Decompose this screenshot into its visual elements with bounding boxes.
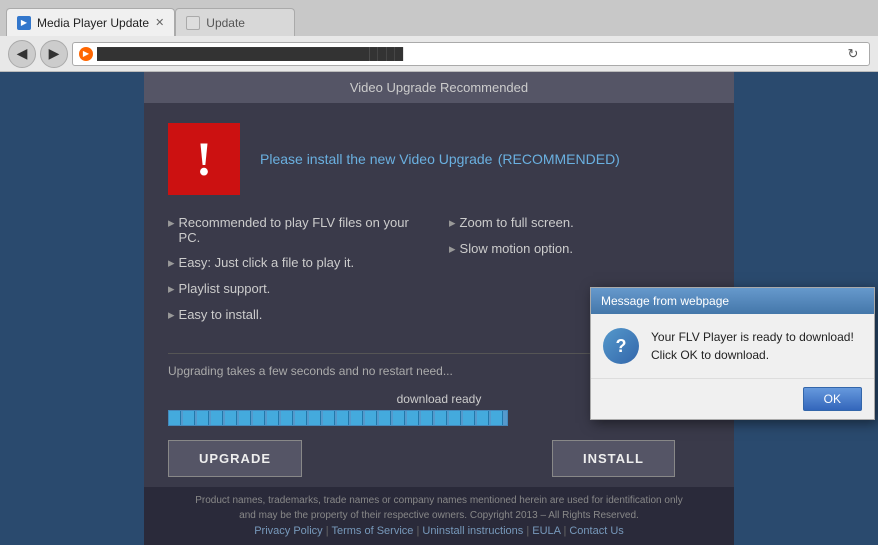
upgrade-note-text: Upgrading takes a few seconds and no res… <box>168 364 453 378</box>
address-bar: ▶ ↻ <box>72 42 870 66</box>
feature-label-4: Easy to install. <box>179 307 263 323</box>
modal-title: Message from webpage <box>601 294 729 308</box>
buttons-section: UPGRADE INSTALL <box>168 440 710 477</box>
page-title: Video Upgrade Recommended <box>350 80 528 95</box>
header-section: ! Please install the new Video Upgrade (… <box>168 123 710 195</box>
modal-message-line2: Click OK to download. <box>651 346 854 364</box>
progress-bar <box>168 410 508 426</box>
progress-seg-3 <box>197 411 209 425</box>
eula-link[interactable]: EULA <box>532 525 560 537</box>
browser-toolbar: ◀ ▶ ▶ ↻ <box>0 36 878 72</box>
refresh-button[interactable]: ↻ <box>843 44 863 64</box>
tab-favicon-1: ▶ <box>17 16 31 30</box>
browser-content: Video Upgrade Recommended ! Please insta… <box>0 72 878 545</box>
feature-label-2: Easy: Just click a file to play it. <box>179 255 355 271</box>
feature-label-5: Zoom to full screen. <box>460 215 574 231</box>
tab-media-player-update[interactable]: ▶ Media Player Update ✕ <box>6 8 175 36</box>
modal-dialog: Message from webpage ? Your FLV Player i… <box>590 287 875 420</box>
header-text: Please install the new Video Upgrade (RE… <box>260 148 620 170</box>
tab-update[interactable]: Update <box>175 8 295 36</box>
arrow-icon-5: ▸ <box>449 215 456 231</box>
progress-seg-1 <box>169 411 181 425</box>
feature-item-2: ▸ Easy: Just click a file to play it. <box>168 255 429 271</box>
progress-seg-13 <box>337 411 349 425</box>
progress-seg-16 <box>379 411 391 425</box>
modal-message-line1: Your FLV Player is ready to download! <box>651 328 854 346</box>
progress-seg-2 <box>183 411 195 425</box>
progress-seg-17 <box>393 411 405 425</box>
back-icon: ◀ <box>17 45 28 62</box>
footer-text-2: and may be the property of their respect… <box>152 510 726 521</box>
progress-seg-8 <box>267 411 279 425</box>
features-left-col: ▸ Recommended to play FLV files on your … <box>168 215 429 333</box>
exclamation-icon: ! <box>196 132 212 187</box>
progress-seg-14 <box>351 411 363 425</box>
progress-seg-19 <box>421 411 433 425</box>
arrow-icon-4: ▸ <box>168 307 175 323</box>
progress-seg-23 <box>477 411 489 425</box>
question-icon: ? <box>603 328 639 364</box>
tab-close-1[interactable]: ✕ <box>155 16 164 29</box>
upgrade-button[interactable]: UPGRADE <box>168 440 302 477</box>
privacy-policy-link[interactable]: Privacy Policy <box>254 525 322 537</box>
forward-icon: ▶ <box>49 45 60 62</box>
progress-seg-15 <box>365 411 377 425</box>
terms-of-service-link[interactable]: Terms of Service <box>331 525 413 537</box>
feature-item-4: ▸ Easy to install. <box>168 307 429 323</box>
feature-label-1: Recommended to play FLV files on your PC… <box>179 215 429 245</box>
progress-seg-10 <box>295 411 307 425</box>
progress-seg-6 <box>239 411 251 425</box>
uninstall-link[interactable]: Uninstall instructions <box>422 525 523 537</box>
progress-seg-12 <box>323 411 335 425</box>
progress-seg-9 <box>281 411 293 425</box>
progress-seg-20 <box>435 411 447 425</box>
progress-seg-18 <box>407 411 419 425</box>
tab-label-2: Update <box>206 16 245 30</box>
progress-seg-5 <box>225 411 237 425</box>
progress-seg-11 <box>309 411 321 425</box>
feature-label-3: Playlist support. <box>179 281 271 297</box>
feature-item-5: ▸ Zoom to full screen. <box>449 215 710 231</box>
modal-message-text: Your FLV Player is ready to download! Cl… <box>651 328 854 364</box>
back-button[interactable]: ◀ <box>8 40 36 68</box>
warning-icon-box: ! <box>168 123 240 195</box>
feature-item-3: ▸ Playlist support. <box>168 281 429 297</box>
progress-seg-4 <box>211 411 223 425</box>
refresh-icon: ↻ <box>848 46 859 62</box>
feature-label-6: Slow motion option. <box>460 241 573 257</box>
modal-title-bar: Message from webpage <box>591 288 874 314</box>
arrow-icon-6: ▸ <box>449 241 456 257</box>
arrow-icon-1: ▸ <box>168 215 175 245</box>
footer-text-1: Product names, trademarks, trade names o… <box>152 495 726 506</box>
feature-item-1: ▸ Recommended to play FLV files on your … <box>168 215 429 245</box>
install-button[interactable]: INSTALL <box>552 440 675 477</box>
footer-links: Privacy Policy | Terms of Service | Unin… <box>152 525 726 537</box>
modal-ok-button[interactable]: OK <box>803 387 862 411</box>
progress-seg-21 <box>449 411 461 425</box>
browser-chrome: ▶ Media Player Update ✕ Update ◀ ▶ ▶ ↻ <box>0 0 878 72</box>
tab-favicon-2 <box>186 16 200 30</box>
address-input[interactable] <box>97 47 839 61</box>
page-title-bar: Video Upgrade Recommended <box>144 72 734 103</box>
question-mark: ? <box>616 336 627 357</box>
site-favicon: ▶ <box>79 47 93 61</box>
modal-buttons: OK <box>591 378 874 419</box>
progress-seg-22 <box>463 411 475 425</box>
tab-bar: ▶ Media Player Update ✕ Update <box>0 0 878 36</box>
progress-seg-7 <box>253 411 265 425</box>
forward-button[interactable]: ▶ <box>40 40 68 68</box>
tab-label-1: Media Player Update <box>37 16 149 30</box>
arrow-icon-3: ▸ <box>168 281 175 297</box>
feature-item-6: ▸ Slow motion option. <box>449 241 710 257</box>
page-footer: Product names, trademarks, trade names o… <box>144 487 734 545</box>
arrow-icon-2: ▸ <box>168 255 175 271</box>
contact-us-link[interactable]: Contact Us <box>569 525 623 537</box>
modal-body: ? Your FLV Player is ready to download! … <box>591 314 874 378</box>
progress-seg-24 <box>491 411 503 425</box>
recommended-badge: (RECOMMENDED) <box>498 151 620 167</box>
header-main: Please install the new Video Upgrade <box>260 151 492 167</box>
